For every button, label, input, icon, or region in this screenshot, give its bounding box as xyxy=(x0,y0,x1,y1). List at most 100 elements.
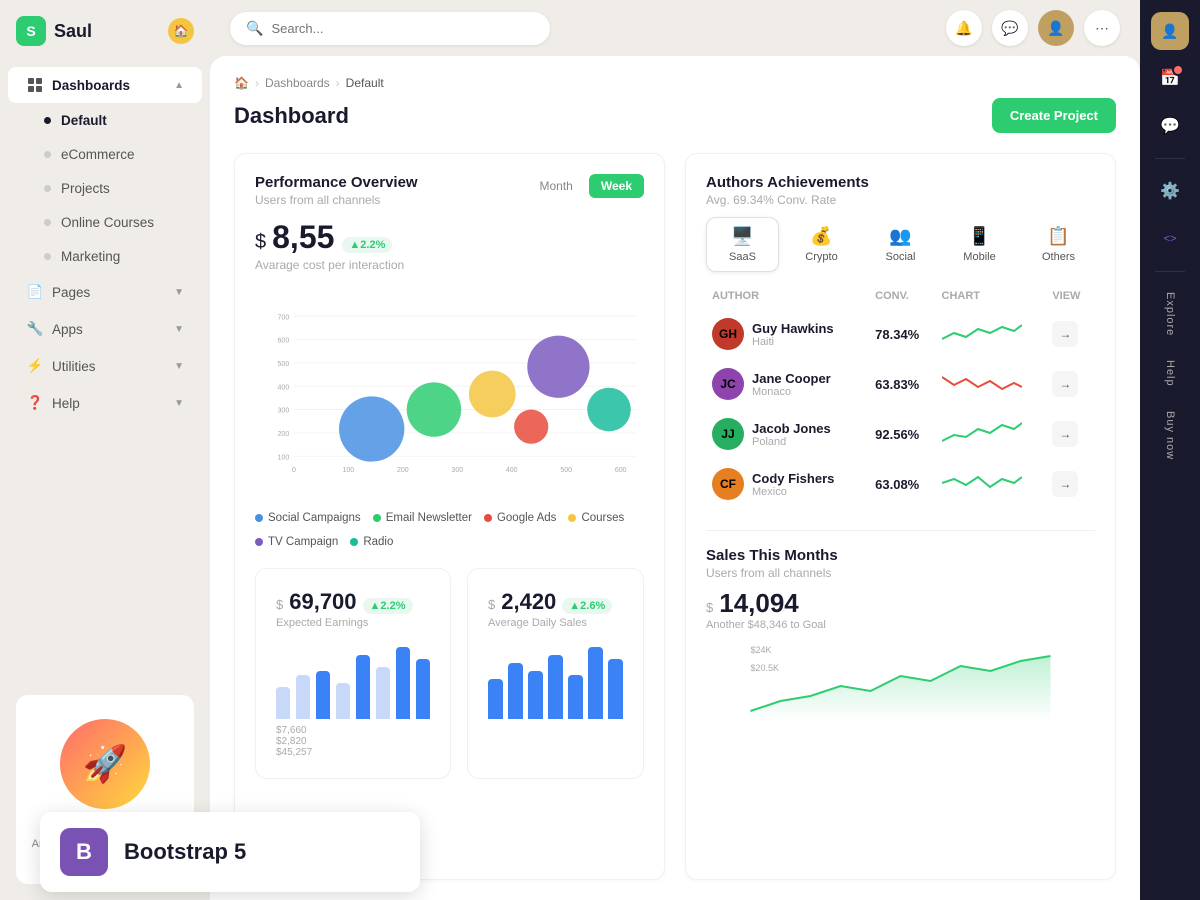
svg-text:700: 700 xyxy=(278,314,290,321)
search-box: 🔍 xyxy=(230,12,550,45)
author-info: JJ Jacob Jones Poland xyxy=(712,418,865,450)
author-country: Monaco xyxy=(752,386,831,398)
author-country: Poland xyxy=(752,436,831,448)
legend-dot xyxy=(255,514,263,522)
sidebar-item-apps[interactable]: 🔧 Apps ▼ xyxy=(8,311,202,347)
legend-dot xyxy=(484,514,492,522)
author-name: Cody Fishers xyxy=(752,471,834,486)
messages-button[interactable]: 💬 xyxy=(992,10,1028,46)
main-nav: Dashboards ▲ Default eCommerce Projects xyxy=(0,62,210,426)
bar xyxy=(336,683,350,719)
sidebar-item-help[interactable]: ❓ Help ▼ xyxy=(8,385,202,421)
notifications-button[interactable]: 🔔 xyxy=(946,10,982,46)
breadcrumb-sep2: › xyxy=(336,76,340,90)
tab-crypto[interactable]: 💰 Crypto xyxy=(785,217,858,272)
crypto-icon: 💰 xyxy=(810,226,832,247)
tab-saas[interactable]: 🖥️ SaaS xyxy=(706,217,779,272)
sidebar-item-utilities[interactable]: ⚡ Utilities ▼ xyxy=(8,348,202,384)
mobile-label: Mobile xyxy=(963,251,995,263)
chart-legend: Social Campaigns Email Newsletter Google… xyxy=(255,512,644,548)
tab-month[interactable]: Month xyxy=(528,174,585,198)
tab-social[interactable]: 👥 Social xyxy=(864,217,937,272)
svg-text:500: 500 xyxy=(278,361,290,368)
sales-month-section: Sales This Months Users from all channel… xyxy=(706,530,1095,721)
buy-label[interactable]: Buy now xyxy=(1164,403,1176,468)
legend-dot xyxy=(373,514,381,522)
sidebar-item-marketing[interactable]: Marketing xyxy=(8,240,202,273)
help-icon: ❓ xyxy=(26,394,44,412)
bar xyxy=(296,675,310,719)
sidebar-item-online-courses[interactable]: Online Courses xyxy=(8,206,202,239)
sales-goal: Another $48,346 to Goal xyxy=(706,619,1095,631)
legend-tv: TV Campaign xyxy=(255,536,338,548)
legend-dot xyxy=(568,514,576,522)
metric-label: Avarage cost per interaction xyxy=(255,258,644,272)
mini-chart xyxy=(942,319,1022,347)
author-avatar: JC xyxy=(712,368,744,400)
authors-tabs: 🖥️ SaaS 💰 Crypto 👥 Social 📱 Mobile xyxy=(706,217,1095,272)
bar-chart xyxy=(276,639,430,719)
sidebar-item-ecommerce[interactable]: eCommerce xyxy=(8,138,202,171)
svg-text:600: 600 xyxy=(278,338,290,345)
sidebar-item-dashboards[interactable]: Dashboards ▲ xyxy=(8,67,202,103)
svg-text:200: 200 xyxy=(397,467,409,474)
breadcrumb-dashboards[interactable]: Dashboards xyxy=(265,76,330,90)
tab-others[interactable]: 📋 Others xyxy=(1022,217,1095,272)
sidebar-item-projects[interactable]: Projects xyxy=(8,172,202,205)
bar xyxy=(508,663,523,719)
view-button[interactable]: → xyxy=(1052,421,1078,447)
rp-settings-button[interactable]: ⚙️ xyxy=(1150,171,1190,211)
bar xyxy=(568,675,583,719)
main-area: 🔍 🔔 💬 👤 ⋯ 🏠 › Dashboards › Default Dashb… xyxy=(210,0,1140,900)
sidebar-header: S Saul 🏠 xyxy=(0,0,210,62)
page-header: Dashboard Create Project xyxy=(234,98,1116,133)
bar xyxy=(276,687,290,719)
search-input[interactable] xyxy=(271,21,534,36)
conv-value: 78.34% xyxy=(875,327,919,342)
author-avatar: CF xyxy=(712,468,744,500)
perf-title: Performance Overview xyxy=(255,174,418,191)
svg-text:500: 500 xyxy=(560,467,572,474)
rp-user-avatar[interactable]: 👤 xyxy=(1151,12,1189,50)
sidebar-item-pages[interactable]: 📄 Pages ▼ xyxy=(8,274,202,310)
help-label[interactable]: Help xyxy=(1164,352,1176,395)
bar xyxy=(528,671,543,719)
breadcrumb-home[interactable]: 🏠 xyxy=(234,76,249,90)
user-avatar[interactable]: 👤 xyxy=(1038,10,1074,46)
back-button[interactable]: 🏠 xyxy=(168,18,194,44)
rp-code-button[interactable]: <> xyxy=(1150,219,1190,259)
breadcrumb: 🏠 › Dashboards › Default xyxy=(234,76,1116,90)
sales-subtitle: Users from all channels xyxy=(706,566,1095,580)
legend-email: Email Newsletter xyxy=(373,512,472,524)
daily-sales-badge: ▲2.6% xyxy=(562,598,612,614)
explore-label[interactable]: Explore xyxy=(1164,284,1176,344)
nav-dot xyxy=(44,219,51,226)
create-project-button[interactable]: Create Project xyxy=(992,98,1116,133)
chat-icon: 💬 xyxy=(1160,116,1180,136)
view-button[interactable]: → xyxy=(1052,471,1078,497)
bar xyxy=(416,659,430,719)
dashboards-icon xyxy=(26,76,44,94)
view-button[interactable]: → xyxy=(1052,321,1078,347)
mobile-icon: 📱 xyxy=(968,226,990,247)
social-label: Social xyxy=(886,251,916,263)
metric-dollar: $ xyxy=(255,231,266,254)
authors-title: Authors Achievements xyxy=(706,174,1095,191)
nav-dot xyxy=(44,253,51,260)
svg-text:300: 300 xyxy=(278,408,290,415)
dollar-sign: $ xyxy=(276,597,283,612)
tab-mobile[interactable]: 📱 Mobile xyxy=(943,217,1016,272)
rp-chat-button[interactable]: 💬 xyxy=(1150,106,1190,146)
table-row: GH Guy Hawkins Haiti 78.34% xyxy=(708,310,1093,358)
table-row: CF Cody Fishers Mexico 63.08% xyxy=(708,460,1093,508)
performance-card: Performance Overview Users from all chan… xyxy=(234,153,665,880)
tab-week[interactable]: Week xyxy=(589,174,644,198)
authors-card: Authors Achievements Avg. 69.34% Conv. R… xyxy=(685,153,1116,880)
view-button[interactable]: → xyxy=(1052,371,1078,397)
col-view: VIEW xyxy=(1048,284,1093,308)
rp-calendar-button[interactable]: 📅 xyxy=(1150,58,1190,98)
bar-labels: $7,660 $2,820 $45,257 xyxy=(276,725,430,758)
sidebar-item-default[interactable]: Default xyxy=(8,104,202,137)
more-options-button[interactable]: ⋯ xyxy=(1084,10,1120,46)
bar xyxy=(588,647,603,719)
